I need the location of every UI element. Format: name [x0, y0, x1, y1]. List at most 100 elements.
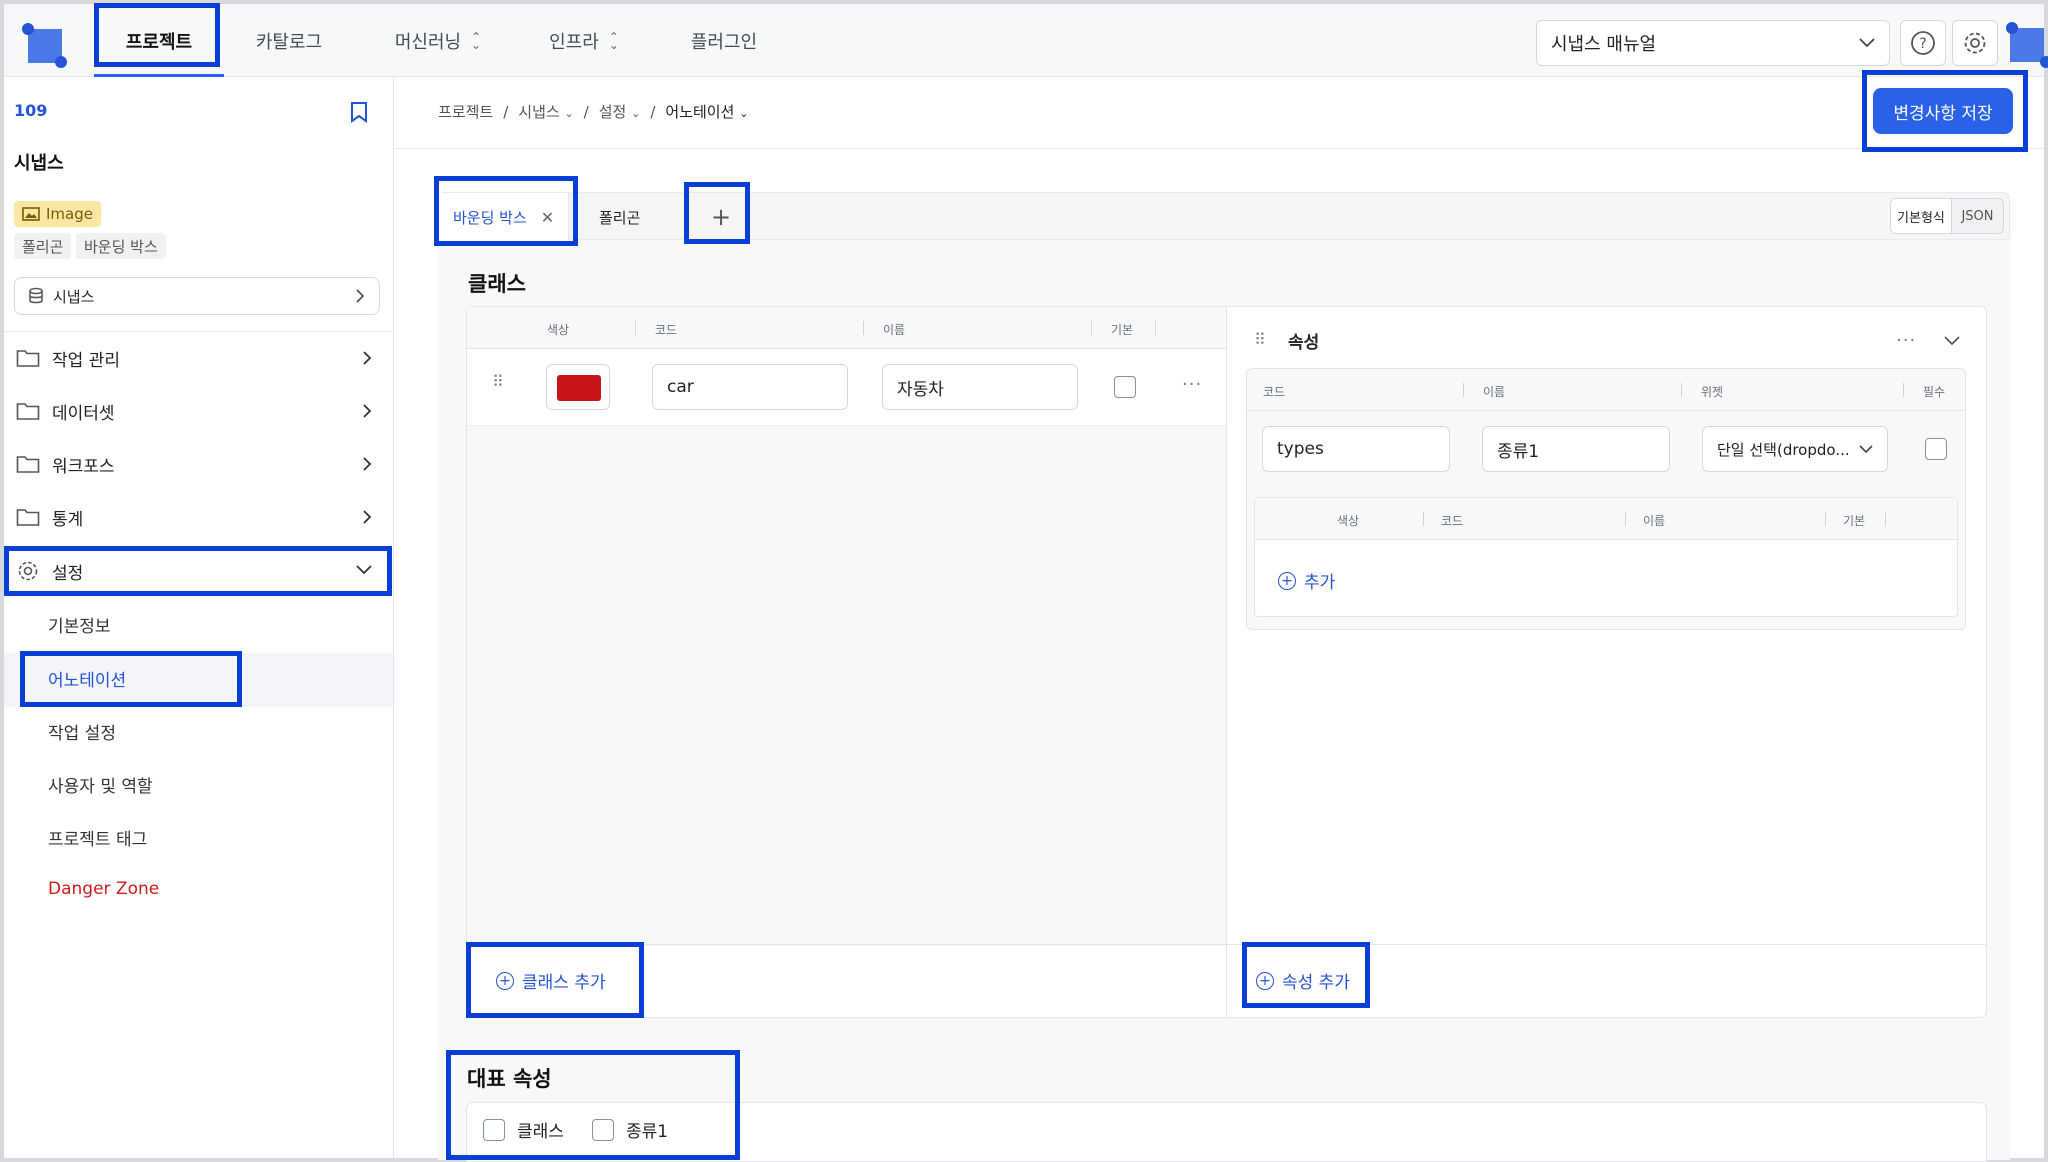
close-icon[interactable]: ✕ — [541, 208, 554, 227]
column-header: 이름 — [1643, 514, 1666, 528]
options-table-header: 색상 코드 이름 기본 — [1255, 498, 1957, 540]
breadcrumb-item[interactable]: 설정 ⌄ — [599, 101, 641, 122]
drag-handle-icon[interactable]: ⠿ — [492, 374, 506, 390]
class-name-input[interactable]: 자동차 — [882, 364, 1078, 410]
class-color-swatch[interactable] — [546, 364, 610, 410]
submenu-users-roles[interactable]: 사용자 및 역할 — [48, 772, 153, 797]
class-list-area — [467, 426, 1227, 946]
help-circle-icon: ? — [1911, 31, 1935, 55]
sidebar-item-statistics[interactable]: 통계 — [14, 497, 384, 537]
avatar[interactable] — [2006, 22, 2048, 68]
app-logo[interactable] — [22, 23, 67, 68]
svg-text:?: ? — [1919, 36, 1926, 52]
column-header: 코드 — [1263, 385, 1286, 399]
gear-icon — [1964, 32, 1986, 54]
breadcrumb-item[interactable]: 어노테이션 ⌄ — [665, 101, 748, 122]
class-table-header: 색상 코드 이름 기본 — [467, 307, 1226, 349]
folder-icon — [16, 509, 40, 526]
divider — [395, 148, 2044, 149]
toggle-basic-format[interactable]: 기본형식 — [1891, 199, 1952, 233]
database-icon — [29, 287, 43, 304]
add-class-button[interactable]: + 클래스 추가 — [496, 968, 606, 993]
project-tag: 폴리곤 — [14, 233, 72, 259]
plus-circle-icon: + — [1256, 971, 1274, 990]
top-navigation-bar: 프로젝트 카탈로그 머신러닝 ⌃ ⌄ 인프라 ⌃ ⌄ 플러그인 시냅스 매뉴얼 ? — [4, 4, 2048, 77]
attribute-code-input[interactable]: types — [1262, 426, 1450, 472]
submenu-annotation[interactable]: 어노테이션 — [48, 666, 126, 691]
more-options-icon[interactable]: ··· — [1182, 374, 1202, 395]
attribute-table-header: 코드 이름 위젯 필수 — [1247, 369, 1965, 411]
toggle-json[interactable]: JSON — [1952, 199, 2003, 233]
attribute-title: 속성 — [1288, 333, 1320, 353]
nav-plugin[interactable]: 플러그인 — [684, 4, 764, 77]
submenu-basic-info[interactable]: 기본정보 — [48, 612, 111, 637]
sidebar-item-task-management[interactable]: 작업 관리 — [14, 338, 384, 378]
attribute-required-checkbox[interactable] — [1925, 438, 1947, 460]
chevron-updown-icon: ⌃ ⌄ — [608, 29, 619, 52]
settings-button[interactable] — [1952, 20, 1998, 66]
help-button[interactable]: ? — [1900, 20, 1946, 66]
nav-project[interactable]: 프로젝트 — [94, 4, 224, 77]
column-header: 필수 — [1923, 385, 1946, 399]
class-code-input[interactable]: car — [652, 364, 848, 410]
project-tag: 바운딩 박스 — [76, 233, 166, 259]
manual-select[interactable]: 시냅스 매뉴얼 — [1536, 20, 1890, 66]
sidebar-item-workforce[interactable]: 워크포스 — [14, 444, 384, 484]
attribute-name-input[interactable]: 종류1 — [1482, 426, 1670, 472]
column-header: 기본 — [1843, 514, 1866, 528]
gear-icon — [18, 561, 38, 581]
project-name: 시냅스 — [14, 153, 64, 174]
add-option-button[interactable]: + 추가 — [1278, 568, 1335, 593]
chevron-right-icon — [363, 457, 372, 471]
checkbox[interactable] — [592, 1118, 614, 1141]
column-header: 코드 — [655, 323, 678, 337]
drag-handle-icon[interactable]: ⠿ — [1254, 332, 1268, 348]
sidebar-item-dataset[interactable]: 데이터셋 — [14, 391, 384, 431]
dataset-selector[interactable]: 시냅스 — [14, 277, 380, 315]
breadcrumb-item[interactable]: 시냅스 ⌄ — [518, 101, 573, 122]
sidebar: 109 시냅스 Image 폴리곤 바운딩 박스 시냅스 작업 관리 데이터셋 … — [4, 77, 394, 1158]
breadcrumb-item[interactable]: 프로젝트 — [438, 101, 493, 122]
save-changes-button[interactable]: 변경사항 저장 — [1873, 88, 2013, 134]
add-attribute-button[interactable]: + 속성 추가 — [1256, 968, 1350, 993]
column-header: 색상 — [1337, 514, 1360, 528]
column-header: 이름 — [883, 323, 906, 337]
sidebar-item-settings[interactable]: 설정 — [14, 551, 384, 591]
manual-select-value: 시냅스 매뉴얼 — [1551, 34, 1657, 55]
chevron-down-icon — [1859, 444, 1873, 453]
annotation-type-tabs: 바운딩 박스 ✕ 폴리곤 + — [438, 192, 2010, 241]
nav-infra[interactable]: 인프라 ⌃ ⌄ — [542, 4, 626, 77]
chevron-down-icon — [356, 565, 372, 575]
view-format-toggle: 기본형식 JSON — [1890, 198, 2004, 234]
nav-catalog[interactable]: 카탈로그 — [244, 4, 334, 77]
attribute-widget-select[interactable]: 단일 선택(dropdo... — [1702, 426, 1888, 472]
more-options-icon[interactable]: ··· — [1896, 330, 1916, 351]
tab-bounding-box[interactable]: 바운딩 박스 ✕ — [439, 193, 570, 241]
chevron-updown-icon: ⌃ ⌄ — [471, 29, 482, 52]
plus-circle-icon: + — [496, 971, 514, 990]
chevron-right-icon — [363, 510, 372, 524]
plus-circle-icon: + — [1278, 571, 1296, 590]
project-id: 109 — [14, 101, 48, 120]
class-default-checkbox[interactable] — [1114, 376, 1136, 398]
chevron-right-icon — [363, 351, 372, 365]
breadcrumb: 프로젝트 / 시냅스 ⌄ / 설정 ⌄ / 어노테이션 ⌄ — [438, 101, 749, 122]
dataset-name: 시냅스 — [53, 287, 95, 306]
column-header: 색상 — [547, 323, 570, 337]
submenu-task-settings[interactable]: 작업 설정 — [48, 719, 116, 744]
tab-polygon[interactable]: 폴리곤 — [599, 193, 640, 241]
nav-machine-learning[interactable]: 머신러닝 ⌃ ⌄ — [380, 4, 496, 77]
submenu-project-tags[interactable]: 프로젝트 태그 — [48, 825, 147, 850]
column-header: 코드 — [1441, 514, 1464, 528]
chevron-down-icon — [1859, 38, 1875, 48]
checkbox[interactable] — [483, 1118, 505, 1141]
submenu-danger-zone[interactable]: Danger Zone — [48, 879, 159, 899]
bookmark-icon[interactable] — [350, 101, 368, 123]
folder-icon — [16, 456, 40, 473]
column-header: 이름 — [1483, 385, 1506, 399]
representative-checkbox-type1[interactable]: 종류1 — [592, 1117, 668, 1142]
folder-icon — [16, 350, 40, 367]
add-tab-button[interactable]: + — [699, 193, 743, 241]
chevron-down-icon[interactable] — [1944, 336, 1960, 346]
representative-checkbox-class[interactable]: 클래스 — [483, 1117, 564, 1142]
